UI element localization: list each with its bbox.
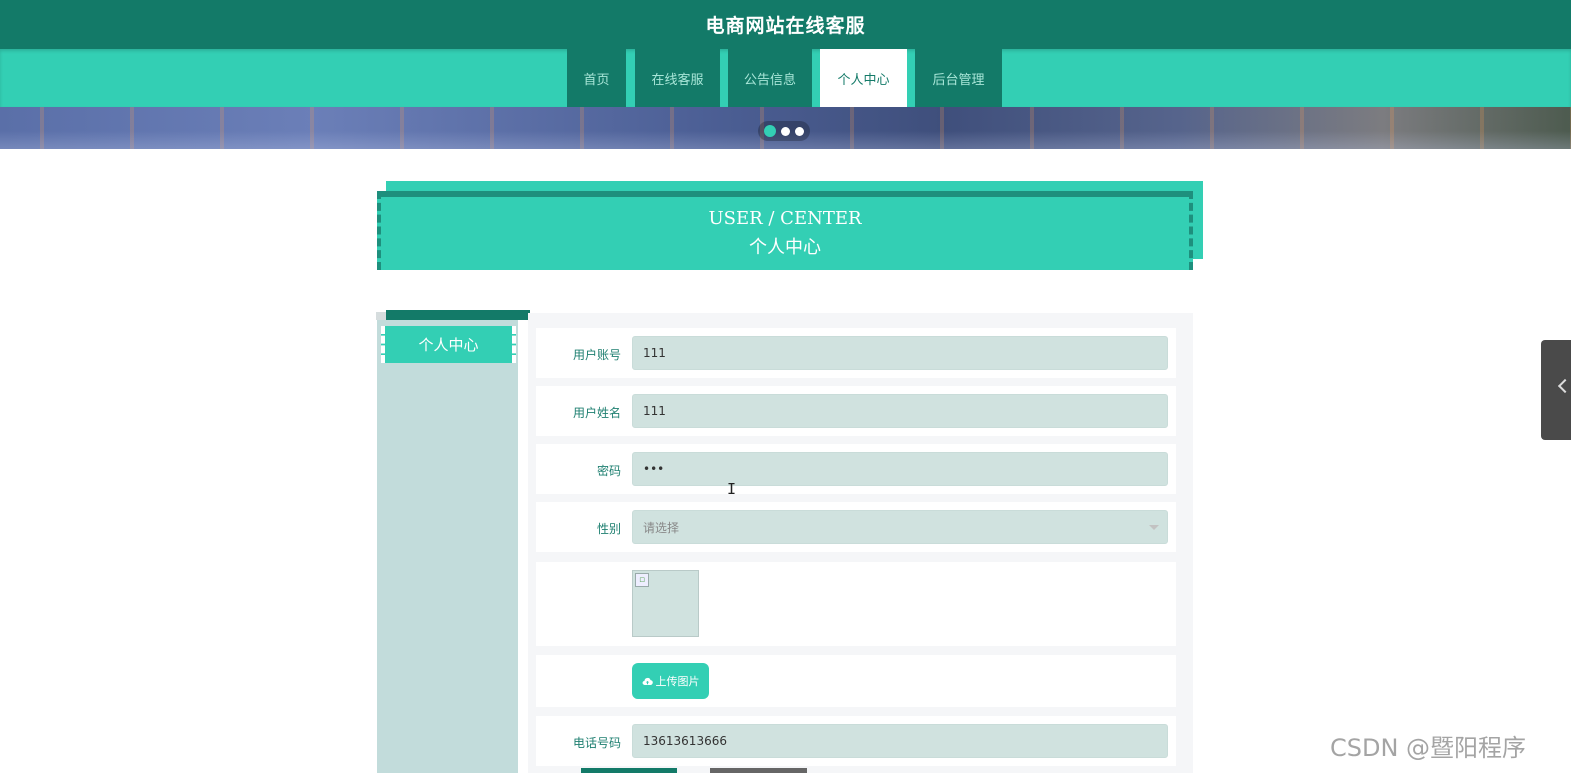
form-row-gender: 性别 请选择 <box>536 502 1176 552</box>
text-cursor-icon: I <box>727 480 737 498</box>
gender-select[interactable]: 请选择 <box>632 510 1168 544</box>
chevron-left-icon <box>1557 378 1571 394</box>
phone-label: 电话号码 <box>572 736 621 750</box>
carousel-dot-3[interactable] <box>795 126 804 136</box>
form-row-phone: 电话号码 13613613666 <box>536 716 1176 766</box>
upload-button-label: 上传图片 <box>655 675 700 688</box>
form-row-account: 用户账号 111 <box>536 328 1176 378</box>
avatar-preview[interactable]: ▫ <box>632 570 699 637</box>
main-nav: 首页 在线客服 公告信息 个人中心 后台管理 <box>0 49 1571 107</box>
form-row-upload: 上传图片 <box>536 655 1176 707</box>
site-title: 电商网站在线客服 <box>705 15 866 37</box>
nav-home[interactable]: 首页 <box>567 49 626 107</box>
section-title-box: USER / CENTER 个人中心 <box>377 191 1193 270</box>
name-label: 用户姓名 <box>572 406 621 420</box>
logout-button[interactable] <box>710 768 807 773</box>
name-input[interactable]: 111 <box>632 394 1168 428</box>
side-drawer-toggle[interactable] <box>1541 340 1571 440</box>
nav-online-service[interactable]: 在线客服 <box>635 49 720 107</box>
submit-button[interactable] <box>581 768 677 773</box>
carousel-indicators <box>758 121 810 141</box>
form-row-avatar: ▫ <box>536 562 1176 646</box>
broken-image-icon: ▫ <box>635 573 649 587</box>
chevron-down-icon <box>1149 525 1159 530</box>
gender-label: 性别 <box>596 522 621 536</box>
sidebar-item-personal-center[interactable]: 个人中心 <box>381 326 516 363</box>
password-label: 密码 <box>596 464 621 478</box>
section-title-en: USER / CENTER <box>708 208 862 229</box>
form-row-name: 用户姓名 111 <box>536 386 1176 436</box>
top-header: 电商网站在线客服 <box>0 0 1571 49</box>
account-label: 用户账号 <box>572 348 621 362</box>
account-input[interactable]: 111 <box>632 336 1168 370</box>
watermark: CSDN @暨阳程序 <box>1330 734 1527 762</box>
upload-image-button[interactable]: 上传图片 <box>632 663 709 699</box>
cloud-upload-icon <box>642 677 653 685</box>
carousel-dot-1[interactable] <box>764 125 776 137</box>
phone-input[interactable]: 13613613666 <box>632 724 1168 758</box>
gender-select-placeholder: 请选择 <box>643 520 680 535</box>
section-title-cn: 个人中心 <box>749 237 821 258</box>
nav-announcements[interactable]: 公告信息 <box>728 49 812 107</box>
carousel-dot-2[interactable] <box>781 126 790 136</box>
nav-personal-center[interactable]: 个人中心 <box>820 49 907 107</box>
form-row-password: 密码 ••• <box>536 444 1176 494</box>
password-input[interactable]: ••• <box>632 452 1168 486</box>
nav-admin[interactable]: 后台管理 <box>915 49 1002 107</box>
sidebar <box>377 320 518 773</box>
